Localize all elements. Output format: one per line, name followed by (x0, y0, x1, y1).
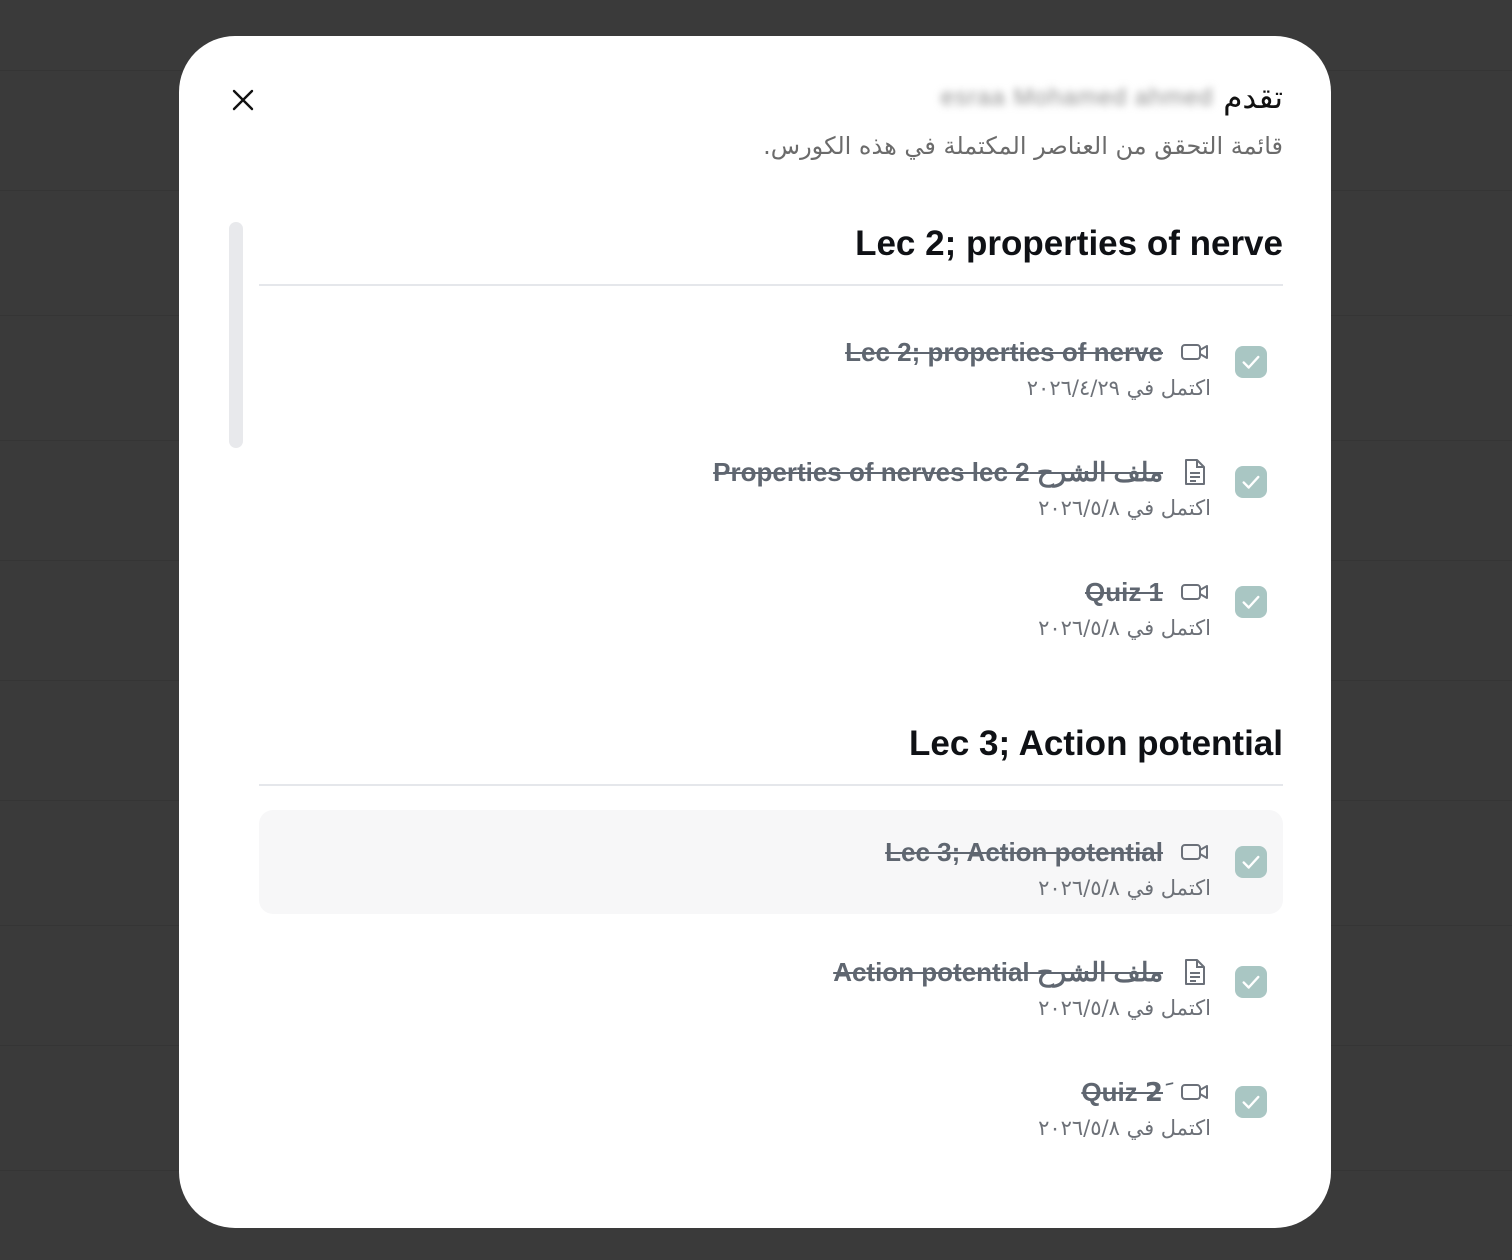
modal-title-line: تقدم esraa Mohamed ahmed (383, 76, 1283, 120)
checklist-item[interactable]: Lec 3; Action potential اكتمل في ٢٠٢٦/٥/… (259, 810, 1283, 914)
completion-date: اكتمل في ٢٠٢٦/٥/٨ (1038, 496, 1211, 520)
modal-header: تقدم esraa Mohamed ahmed قائمة التحقق من… (383, 76, 1283, 160)
completed-checkbox[interactable] (1235, 346, 1267, 378)
check-icon (1242, 975, 1260, 989)
completion-date: اكتمل في ٢٠٢٦/٤/٢٩ (1026, 376, 1211, 400)
item-main: ملف الشرح Action potential (299, 952, 1211, 992)
item-main: Quiz 1 (299, 572, 1211, 612)
video-icon (1179, 336, 1211, 368)
progress-content: Lec 2; properties of nerve Lec 2; proper… (259, 208, 1283, 1170)
close-icon (232, 89, 254, 111)
item-main: Lec 3; Action potential (299, 832, 1211, 872)
completion-date: اكتمل في ٢٠٢٦/٥/٨ (1038, 1116, 1211, 1140)
check-icon (1242, 475, 1260, 489)
close-button[interactable] (227, 84, 259, 116)
item-title[interactable]: ملف الشرح Properties of nerves lec 2 (713, 457, 1163, 488)
completed-checkbox[interactable] (1235, 1086, 1267, 1118)
video-icon (1179, 1076, 1211, 1108)
modal-title: تقدم (1223, 80, 1283, 116)
progress-modal: تقدم esraa Mohamed ahmed قائمة التحقق من… (179, 36, 1331, 1228)
check-icon (1242, 855, 1260, 869)
student-name: esraa Mohamed ahmed (940, 84, 1214, 111)
checklist-item[interactable]: Lec 2; properties of nerve اكتمل في ٢٠٢٦… (259, 310, 1283, 414)
section-divider (259, 284, 1283, 286)
modal-subtitle: قائمة التحقق من العناصر المكتملة في هذه … (763, 132, 1283, 160)
section-title: Lec 3; Action potential (908, 724, 1283, 763)
completed-checkbox[interactable] (1235, 586, 1267, 618)
checklist-item[interactable]: ملف الشرح Action potential اكتمل في ٢٠٢٦… (259, 930, 1283, 1034)
check-icon (1242, 595, 1260, 609)
document-icon (1179, 956, 1211, 988)
video-icon (1179, 576, 1211, 608)
section-title: Lec 2; properties of nerve (855, 224, 1283, 263)
item-title[interactable]: Quiz 1 (1085, 577, 1163, 608)
completion-date: اكتمل في ٢٠٢٦/٥/٨ (1038, 876, 1211, 900)
completed-checkbox[interactable] (1235, 466, 1267, 498)
item-main: Quiz 2َ (299, 1072, 1211, 1112)
item-title[interactable]: Lec 3; Action potential (885, 837, 1163, 868)
video-icon (1179, 836, 1211, 868)
completion-date: اكتمل في ٢٠٢٦/٥/٨ (1038, 996, 1211, 1020)
check-icon (1242, 355, 1260, 369)
completed-checkbox[interactable] (1235, 846, 1267, 878)
completed-checkbox[interactable] (1235, 966, 1267, 998)
item-title[interactable]: Lec 2; properties of nerve (845, 337, 1163, 368)
item-main: Lec 2; properties of nerve (299, 332, 1211, 372)
check-icon (1242, 1095, 1260, 1109)
completion-date: اكتمل في ٢٠٢٦/٥/٨ (1038, 616, 1211, 640)
checklist-item[interactable]: Quiz 2َ اكتمل في ٢٠٢٦/٥/٨ (259, 1050, 1283, 1154)
item-title[interactable]: Quiz 2َ (1081, 1077, 1163, 1108)
item-title[interactable]: ملف الشرح Action potential (833, 957, 1163, 988)
document-icon (1179, 456, 1211, 488)
checklist-item[interactable]: Quiz 1 اكتمل في ٢٠٢٦/٥/٨ (259, 550, 1283, 654)
scrollbar-thumb[interactable] (229, 222, 243, 448)
checklist-item[interactable]: ملف الشرح Properties of nerves lec 2 اكت… (259, 430, 1283, 534)
section-divider (259, 784, 1283, 786)
item-main: ملف الشرح Properties of nerves lec 2 (299, 452, 1211, 492)
